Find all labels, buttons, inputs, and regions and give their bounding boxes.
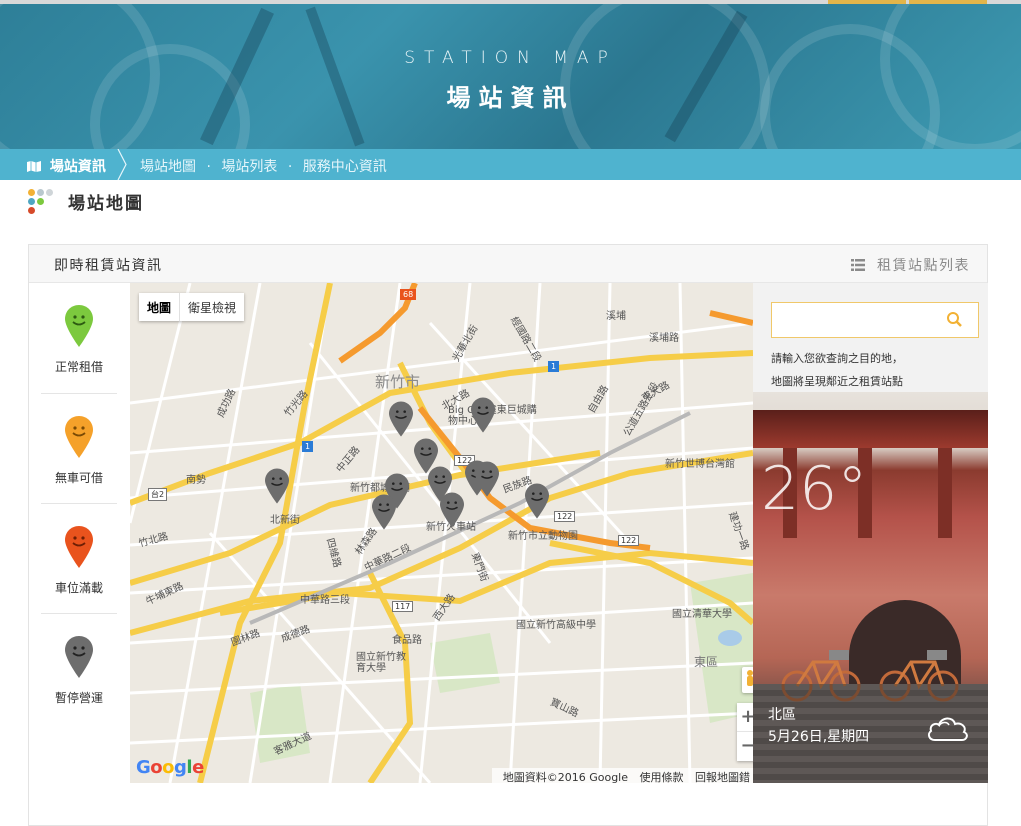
nav-link-station-list[interactable]: 場站列表 xyxy=(221,159,277,175)
weather-date: 5月26日,星期四 xyxy=(768,729,870,745)
zoom-in-button[interactable]: + xyxy=(737,703,753,732)
station-pin-icon[interactable] xyxy=(265,468,289,504)
map-type-map-button[interactable]: 地圖 xyxy=(139,293,181,321)
station-panel: 即時租賃站資訊 租賃站點列表 正常租借 無車可借 車位滿載 暫停營運 地圖 衛星… xyxy=(28,244,988,826)
legend-label: 暫停營運 xyxy=(54,691,103,705)
orange-station-pin-icon xyxy=(65,416,93,458)
map-type-control: 地圖 衛星檢視 xyxy=(139,293,245,321)
banner-subtitle: STATION MAP xyxy=(404,48,617,68)
banner-title: 場站資訊 xyxy=(446,84,575,112)
gray-station-pin-icon xyxy=(65,636,93,678)
map-label-road: 中華路三段 xyxy=(300,595,350,606)
map-label-zoo: 新竹市立動物園 xyxy=(508,531,578,542)
zoom-controls: + − xyxy=(737,703,753,761)
map-label-road: 溪埔 xyxy=(606,311,626,322)
search-hint: 請輸入您欲查詢之目的地， 地圖將呈現鄰近之租賃站點 xyxy=(771,347,986,393)
map-label-east-district: 東區 xyxy=(694,655,719,669)
road-number: 68 xyxy=(400,289,417,300)
legend-item-no-bikes: 無車可借 xyxy=(41,393,117,503)
green-station-pin-icon xyxy=(65,305,93,347)
street-view-pegman-icon[interactable] xyxy=(742,667,753,693)
map-label-museum: 新竹世博台灣館 xyxy=(665,459,735,470)
road-number: 1 xyxy=(548,361,560,372)
map-label-nthu: 國立清華大學 xyxy=(672,609,732,620)
map-terms-link[interactable]: 使用條款 xyxy=(640,771,684,783)
map-type-satellite-button[interactable]: 衛星檢視 xyxy=(180,293,244,321)
station-list-link-label: 租賃站點列表 xyxy=(877,258,970,274)
weather-temperature: 26° xyxy=(761,454,868,524)
road-number: 117 xyxy=(392,601,414,612)
weather-district: 北區 xyxy=(768,707,796,723)
weather-photo xyxy=(753,410,988,448)
section-dots-icon xyxy=(28,189,54,217)
legend-item-suspended: 暫停營運 xyxy=(41,613,117,723)
breadcrumb-current-label: 場站資訊 xyxy=(49,159,106,175)
station-pin-icon[interactable] xyxy=(525,483,549,519)
map-label-road: 北新街 xyxy=(270,515,300,526)
station-pin-icon[interactable] xyxy=(389,401,413,437)
station-pin-icon[interactable] xyxy=(440,492,464,528)
map-label-university: 國立新竹教育大學 xyxy=(356,652,406,674)
breadcrumb-current[interactable]: 場站資訊 xyxy=(27,156,106,176)
zoom-out-button[interactable]: − xyxy=(737,732,753,761)
legend-label: 無車可借 xyxy=(54,471,103,485)
map-label-city: 新竹市 xyxy=(375,373,421,391)
road-number: 台2 xyxy=(148,488,168,501)
cloud-icon xyxy=(927,717,968,741)
list-icon xyxy=(851,259,866,271)
search-box xyxy=(771,302,979,338)
breadcrumb: 場站資訊 場站地圖 · 場站列表 · 服務中心資訊 xyxy=(0,149,1021,180)
map-label-road: 食品路 xyxy=(392,635,422,646)
page-banner: STATION MAP 場站資訊 xyxy=(0,4,1021,149)
map-icon xyxy=(27,161,41,172)
search-button[interactable] xyxy=(932,303,978,337)
map-report-link[interactable]: 回報地圖錯 xyxy=(695,771,750,783)
station-list-link[interactable]: 租賃站點列表 xyxy=(851,255,970,275)
map-label-road: 南勢 xyxy=(186,475,206,486)
legend-item-normal: 正常租借 xyxy=(41,283,117,393)
nav-separator: · xyxy=(287,159,293,175)
nav-link-service-center[interactable]: 服務中心資訊 xyxy=(303,159,387,175)
panel-title: 即時租賃站資訊 xyxy=(54,258,163,274)
station-map[interactable]: 地圖 衛星檢視 新竹市 Big City遠東巨城購物中心 新竹火車站 新竹市立動… xyxy=(130,283,753,783)
section-title: 場站地圖 xyxy=(68,194,144,214)
search-hint-line: 請輸入您欲查詢之目的地， xyxy=(771,352,903,365)
nav-separator: · xyxy=(206,159,211,175)
road-number: 122 xyxy=(554,511,576,522)
legend-item-full: 車位滿載 xyxy=(41,503,117,613)
road-number: 122 xyxy=(618,535,640,546)
legend-label: 車位滿載 xyxy=(54,581,103,595)
map-copyright: 地圖資料©2016 Google xyxy=(502,771,628,783)
station-pin-icon[interactable] xyxy=(471,397,495,433)
nav-links: 場站地圖 · 場站列表 · 服務中心資訊 xyxy=(140,156,387,176)
search-input[interactable] xyxy=(772,303,932,337)
search-icon xyxy=(947,312,962,327)
red-station-pin-icon xyxy=(65,526,93,568)
google-logo: Google xyxy=(136,757,204,778)
station-pin-icon[interactable] xyxy=(475,461,499,497)
legend-label: 正常租借 xyxy=(54,360,103,374)
search-panel: 請輸入您欲查詢之目的地， 地圖將呈現鄰近之租賃站點 xyxy=(753,283,988,392)
panel-header: 即時租賃站資訊 租賃站點列表 xyxy=(29,245,987,283)
road-number: 1 xyxy=(302,441,314,452)
map-label-road: 溪埔路 xyxy=(649,333,679,344)
status-legend: 正常租借 無車可借 車位滿載 暫停營運 xyxy=(29,283,130,783)
map-footer: 地圖資料©2016 Google 使用條款 回報地圖錯 xyxy=(491,768,753,783)
nav-link-station-map[interactable]: 場站地圖 xyxy=(140,159,196,175)
station-pin-icon[interactable] xyxy=(372,494,396,530)
weather-card: 26° 北區 5月26日,星期四 xyxy=(753,392,988,783)
search-hint-line: 地圖將呈現鄰近之租賃站點 xyxy=(771,375,903,388)
breadcrumb-chevron-icon xyxy=(117,149,127,180)
map-roads xyxy=(130,283,753,783)
map-label-high-school: 國立新竹高級中學 xyxy=(516,620,596,631)
